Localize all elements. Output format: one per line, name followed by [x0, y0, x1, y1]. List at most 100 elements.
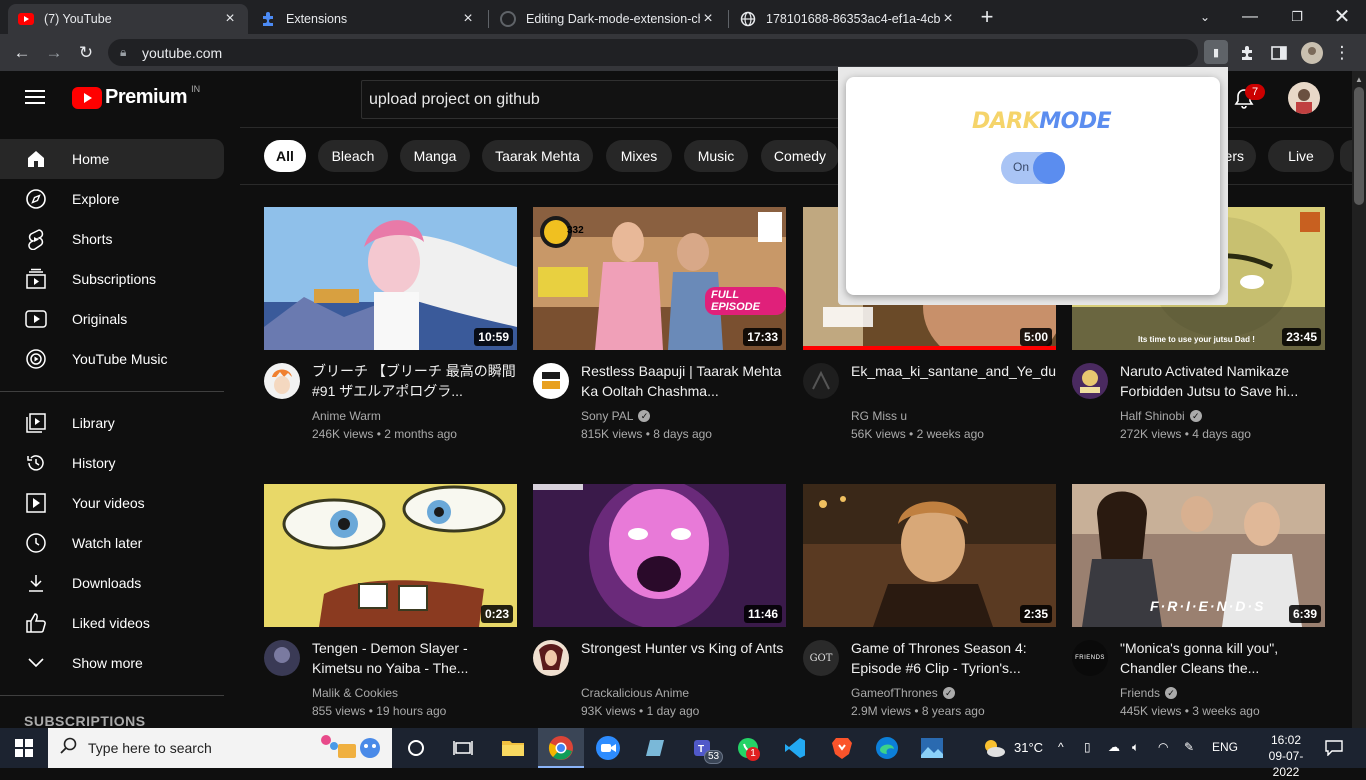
vscode-icon[interactable]: [781, 734, 809, 762]
tray-overflow-icon[interactable]: ^: [1058, 740, 1064, 754]
sidebar-item-history[interactable]: History: [0, 443, 224, 483]
sidebar-item-watch-later[interactable]: Watch later: [0, 523, 224, 563]
video-title[interactable]: "Monica's gonna kill you", Chandler Clea…: [1120, 638, 1325, 678]
chip-partial[interactable]: [1340, 140, 1352, 172]
page-scrollbar[interactable]: ▲: [1352, 71, 1366, 728]
sidebar-item-your-videos[interactable]: Your videos: [0, 483, 224, 523]
wifi-icon[interactable]: ◠: [1158, 740, 1168, 754]
youtube-logo[interactable]: Premium IN: [72, 84, 200, 109]
chip-all[interactable]: All: [264, 140, 306, 172]
sidebar-item-show-more[interactable]: Show more: [0, 643, 224, 683]
search-input[interactable]: upload project on github: [361, 80, 841, 119]
zoom-icon[interactable]: [594, 734, 622, 762]
sidebar-item-liked-videos[interactable]: Liked videos: [0, 603, 224, 643]
forward-icon[interactable]: →: [42, 41, 66, 65]
clock[interactable]: 16:02 09-07-2022: [1258, 732, 1314, 780]
video-title[interactable]: Game of Thrones Season 4: Episode #6 Cli…: [851, 638, 1056, 678]
weather-temp[interactable]: 31°C: [1014, 740, 1043, 755]
network-icon[interactable]: ☁: [1108, 740, 1120, 754]
scroll-up-arrow-icon[interactable]: ▲: [1355, 75, 1363, 84]
taskbar-search-box[interactable]: Type here to search: [48, 728, 392, 768]
notes-app-icon[interactable]: [640, 734, 668, 762]
sidebar-item-youtube-music[interactable]: YouTube Music: [0, 339, 224, 379]
channel-name[interactable]: GameofThrones ✓: [851, 686, 955, 700]
sidebar-item-originals[interactable]: Originals: [0, 299, 224, 339]
weather-icon[interactable]: [980, 734, 1008, 762]
channel-avatar[interactable]: [803, 363, 839, 399]
back-icon[interactable]: ←: [10, 41, 34, 65]
channel-name[interactable]: Crackalicious Anime: [581, 686, 689, 700]
tab-youtube[interactable]: (7) YouTube ×: [8, 4, 248, 34]
chip-bleach[interactable]: Bleach: [318, 140, 388, 172]
battery-icon[interactable]: ▯: [1084, 740, 1091, 754]
channel-name[interactable]: Malik & Cookies: [312, 686, 398, 700]
window-close-icon[interactable]: ✕: [1330, 4, 1354, 28]
file-explorer-icon[interactable]: [499, 734, 527, 762]
video-title[interactable]: Naruto Activated Namikaze Forbidden Juts…: [1120, 361, 1325, 401]
chrome-taskbar-button[interactable]: [538, 728, 584, 768]
chip-music[interactable]: Music: [684, 140, 748, 172]
reload-icon[interactable]: ↻: [74, 41, 98, 65]
video-thumbnail[interactable]: 332 FULL EPISODE 17:33: [533, 207, 786, 350]
language-indicator[interactable]: ENG: [1212, 740, 1238, 754]
cortana-icon[interactable]: [402, 734, 430, 762]
chip-manga[interactable]: Manga: [400, 140, 470, 172]
sidebar-item-subscriptions[interactable]: Subscriptions: [0, 259, 224, 299]
chip-comedy[interactable]: Comedy: [761, 140, 839, 172]
close-icon[interactable]: ×: [940, 10, 956, 28]
video-thumbnail[interactable]: F·R·I·E·N·D·S 6:39: [1072, 484, 1325, 627]
video-title[interactable]: Ek_maa_ki_santane_and_Ye_duvida_hai_song…: [851, 361, 1056, 381]
channel-name[interactable]: Friends ✓: [1120, 686, 1178, 700]
channel-avatar[interactable]: [264, 363, 300, 399]
volume-icon[interactable]: 🔈︎: [1132, 740, 1139, 755]
channel-avatar[interactable]: [533, 363, 569, 399]
close-icon[interactable]: ×: [460, 10, 476, 28]
notification-center-icon[interactable]: [1320, 734, 1348, 762]
profile-avatar[interactable]: [1300, 41, 1324, 65]
dark-mode-toggle[interactable]: On: [1001, 152, 1065, 184]
video-thumbnail[interactable]: 2:35: [803, 484, 1056, 627]
tab-extensions[interactable]: Extensions ×: [250, 4, 486, 34]
video-title[interactable]: Strongest Hunter vs King of Ants: [581, 638, 786, 658]
channel-name[interactable]: Anime Warm: [312, 409, 381, 423]
tab-search-icon[interactable]: ⌄: [1193, 5, 1217, 29]
minimize-icon[interactable]: —: [1238, 5, 1262, 29]
video-title[interactable]: Restless Baapuji | Taarak Mehta Ka Oolta…: [581, 361, 786, 401]
close-icon[interactable]: ×: [222, 10, 238, 28]
video-thumbnail[interactable]: 10:59: [264, 207, 517, 350]
channel-avatar[interactable]: GOT: [803, 640, 839, 676]
channel-avatar[interactable]: [264, 640, 300, 676]
channel-avatar[interactable]: [1072, 363, 1108, 399]
tab-image[interactable]: 178101688-86353ac4-ef1a-4cb9 ×: [730, 4, 966, 34]
new-tab-button[interactable]: +: [975, 4, 999, 29]
sidebar-item-shorts[interactable]: Shorts: [0, 219, 224, 259]
chip-mixes[interactable]: Mixes: [606, 140, 672, 172]
side-panel-icon[interactable]: [1267, 41, 1291, 65]
sidebar-item-downloads[interactable]: Downloads: [0, 563, 224, 603]
edge-icon[interactable]: [873, 734, 901, 762]
sidebar-item-library[interactable]: Library: [0, 403, 224, 443]
photos-icon[interactable]: [918, 734, 946, 762]
task-view-icon[interactable]: [449, 734, 477, 762]
dark-mode-extension-icon[interactable]: ▮: [1204, 40, 1228, 64]
restore-icon[interactable]: ❐: [1285, 5, 1309, 29]
windows-start-icon[interactable]: [10, 734, 38, 762]
video-thumbnail[interactable]: 0:23: [264, 484, 517, 627]
extensions-puzzle-icon[interactable]: [1235, 41, 1259, 65]
channel-name[interactable]: Half Shinobi ✓: [1120, 409, 1202, 423]
sidebar-item-explore[interactable]: Explore: [0, 179, 224, 219]
channel-avatar[interactable]: FRIENDS: [1072, 640, 1108, 676]
menu-dots-icon[interactable]: ⋮: [1330, 41, 1354, 65]
channel-avatar[interactable]: [533, 640, 569, 676]
hamburger-menu-icon[interactable]: [25, 89, 47, 107]
account-avatar[interactable]: [1288, 82, 1320, 114]
chip-taarak-mehta[interactable]: Taarak Mehta: [482, 140, 593, 172]
video-thumbnail[interactable]: 11:46: [533, 484, 786, 627]
chip-live[interactable]: Live: [1268, 140, 1334, 172]
channel-name[interactable]: Sony PAL ✓: [581, 409, 651, 423]
video-title[interactable]: Tengen - Demon Slayer - Kimetsu no Yaiba…: [312, 638, 517, 678]
brave-icon[interactable]: [828, 734, 856, 762]
close-icon[interactable]: ×: [700, 10, 716, 28]
sidebar-item-home[interactable]: Home: [0, 139, 224, 179]
tab-github[interactable]: Editing Dark-mode-extension-ch ×: [490, 4, 726, 34]
